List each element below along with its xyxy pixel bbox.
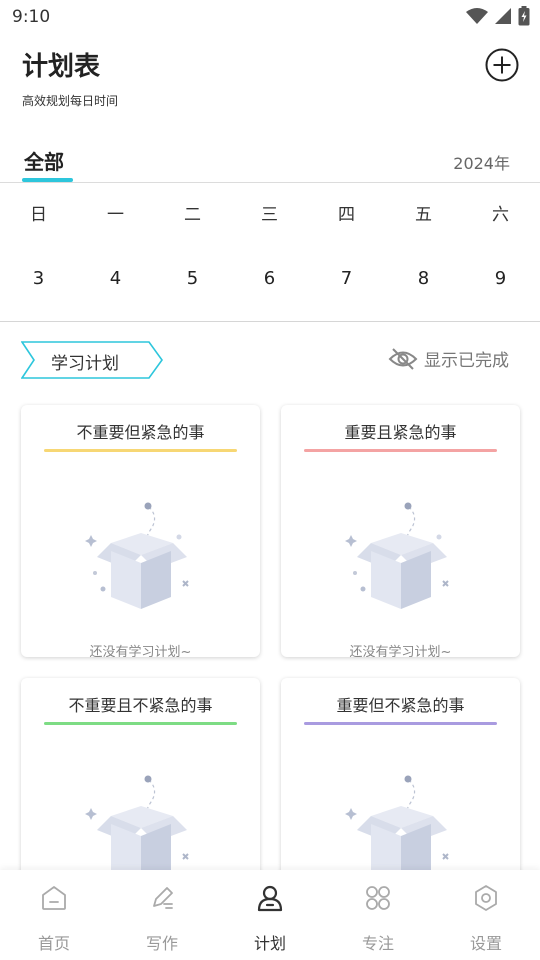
quadrant-title: 不重要且不紧急的事: [68, 696, 213, 715]
date-cell[interactable]: 4: [77, 268, 154, 289]
nav-item-focus[interactable]: 专注: [324, 870, 432, 960]
weekday-label: 五: [415, 205, 432, 225]
battery-icon: [518, 6, 530, 26]
quadrant-color-bar: [304, 449, 497, 452]
nav-item-home[interactable]: 首页: [0, 870, 108, 960]
nav-item-write[interactable]: 写作: [108, 870, 216, 960]
weekday-label: 二: [184, 205, 201, 225]
quadrant-title: 重要但不紧急的事: [336, 696, 465, 715]
quadrant-card-urgent-not-important[interactable]: 不重要但紧急的事 还没有学习计划~: [21, 405, 260, 657]
nav-label: 设置: [469, 934, 502, 953]
plan-person-icon: [257, 885, 283, 912]
weekday-label: 日: [30, 205, 47, 225]
quadrant-title: 不重要但紧急的事: [76, 423, 205, 442]
tab-all[interactable]: 全部: [24, 146, 64, 175]
date-row: 3 4 5 6 7 8 9: [0, 268, 540, 289]
empty-box-illustration: [345, 775, 449, 878]
date-cell[interactable]: 5: [154, 268, 231, 289]
quadrant-card-not-urgent-not-important[interactable]: 不重要且不紧急的事: [21, 678, 260, 878]
quadrant-title: 重要且紧急的事: [344, 423, 457, 442]
divider: [0, 321, 540, 322]
quadrant-color-bar: [44, 722, 237, 725]
date-cell[interactable]: 6: [231, 268, 308, 289]
pen-icon: [153, 887, 173, 909]
weekday-header-row: 日 一 二 三 四 五 六: [0, 200, 540, 225]
nav-item-settings[interactable]: 设置: [432, 870, 540, 960]
nav-label: 计划: [253, 934, 286, 953]
empty-box-illustration: [85, 502, 189, 609]
quadrant-card-urgent-important[interactable]: 重要且紧急的事 还没有学习计划~: [281, 405, 520, 657]
empty-state-text: 还没有学习计划~: [349, 645, 452, 657]
home-icon: [42, 886, 66, 910]
weekday-label: 一: [107, 205, 124, 225]
gear-icon: [475, 885, 497, 911]
empty-state-text: 还没有学习计划~: [89, 645, 192, 657]
weekday-label: 四: [338, 205, 355, 225]
date-cell[interactable]: 8: [385, 268, 462, 289]
weekday-label: 三: [261, 205, 278, 225]
weekday-label: 六: [492, 205, 509, 225]
divider: [0, 182, 540, 183]
status-icons: [466, 6, 530, 26]
date-cell[interactable]: 7: [308, 268, 385, 289]
nav-item-plan[interactable]: 计划: [216, 870, 324, 960]
eye-off-icon: [388, 347, 418, 370]
quadrant-card-important-not-urgent[interactable]: 重要但不紧急的事: [281, 678, 520, 878]
page-subtitle: 高效规划每日时间: [22, 94, 119, 108]
quadrant-color-bar: [304, 722, 497, 725]
empty-box-illustration: [85, 775, 189, 878]
show-completed-label: 显示已完成: [424, 351, 509, 371]
study-plan-tag[interactable]: 学习计划: [51, 349, 119, 374]
nav-label: 写作: [145, 934, 178, 953]
focus-grid-icon: [366, 886, 390, 910]
wifi-icon: [466, 8, 488, 24]
date-cell[interactable]: 9: [462, 268, 539, 289]
nav-label: 首页: [37, 934, 70, 953]
page-title: 计划表: [22, 52, 101, 82]
status-time: 9:10: [12, 7, 51, 27]
nav-label: 专注: [361, 934, 394, 953]
show-completed-toggle[interactable]: 显示已完成: [388, 346, 509, 371]
empty-box-illustration: [345, 502, 449, 609]
date-cell[interactable]: 3: [0, 268, 77, 289]
quadrant-color-bar: [44, 449, 237, 452]
status-bar: 9:10: [0, 0, 540, 34]
plus-circle-icon[interactable]: [485, 48, 519, 82]
year-selector[interactable]: 2024年: [453, 150, 510, 174]
bottom-nav: 首页 写作 计划 专注 设置: [0, 870, 540, 960]
signal-icon: [495, 8, 511, 24]
